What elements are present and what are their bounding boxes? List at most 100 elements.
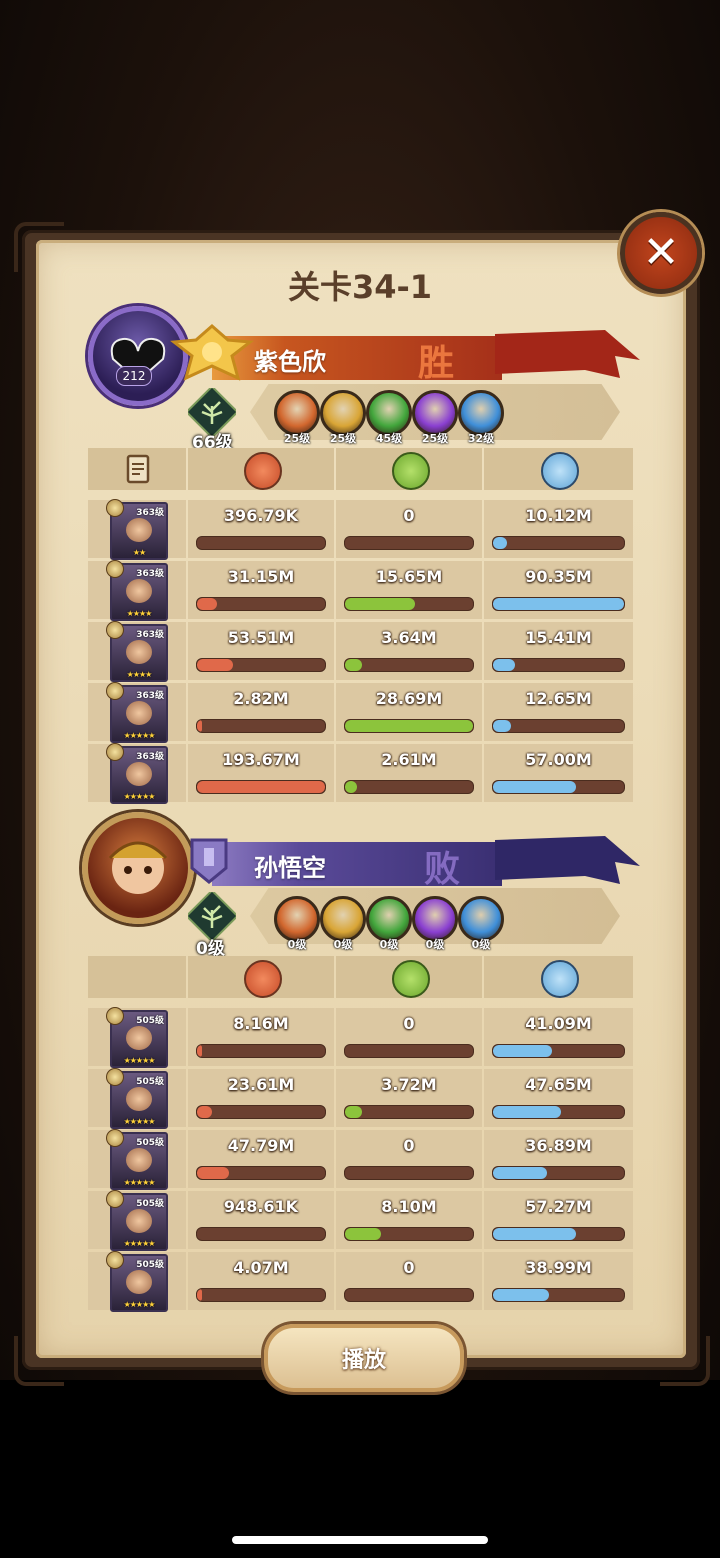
damage-value: 396.79K xyxy=(223,506,299,525)
loser-crest-icon xyxy=(190,838,228,884)
tank-bar-fill xyxy=(493,720,512,732)
hero-face xyxy=(126,1026,152,1050)
bottom-area xyxy=(0,1380,720,1558)
hero-stars: ★★ xyxy=(132,548,146,557)
tank-cell: 47.65M xyxy=(484,1069,633,1127)
heal-cell: 28.69M xyxy=(336,683,482,741)
opponent-avatar[interactable] xyxy=(82,812,194,924)
hero-level: 505级 xyxy=(136,1016,164,1026)
hero-level: 363级 xyxy=(136,508,164,518)
damage-value: 2.82M xyxy=(233,689,289,708)
document-icon xyxy=(126,454,150,484)
table-row: 505级 ★★★★★ 23.61M 3.72M 47.65M xyxy=(88,1068,633,1129)
hero-portrait[interactable]: 363级 ★★★★★ xyxy=(106,743,168,804)
rank-medal-icon xyxy=(106,1190,124,1208)
damage-cell: 53.51M xyxy=(188,622,334,680)
table-row: 505级 ★★★★★ 948.61K 8.10M 57.27M xyxy=(88,1190,633,1251)
hero-portrait[interactable]: 363级 ★★★★ xyxy=(106,621,168,682)
hero-face xyxy=(126,1148,152,1172)
play-button[interactable]: 播放 xyxy=(264,1324,464,1392)
heal-cell: 2.61M xyxy=(336,744,482,802)
table-row: 363级 ★★★★★ 2.82M 28.69M 12.65M xyxy=(88,682,633,743)
hero-portrait[interactable]: 505级 ★★★★★ xyxy=(106,1251,168,1312)
hero-stars: ★★★★★ xyxy=(123,1300,156,1309)
tank-value: 10.12M xyxy=(525,506,592,525)
hero-portrait[interactable]: 505级 ★★★★★ xyxy=(106,1007,168,1068)
heal-value: 28.69M xyxy=(375,689,443,708)
damage-value: 31.15M xyxy=(227,567,295,586)
heal-value: 15.65M xyxy=(375,567,443,586)
damage-bar xyxy=(196,780,326,794)
tank-bar xyxy=(492,1166,625,1180)
faction-level: 25级 xyxy=(283,432,311,445)
tank-value: 47.65M xyxy=(525,1075,592,1094)
damage-bar xyxy=(196,1288,326,1302)
damage-value: 948.61K xyxy=(223,1197,299,1216)
hero-stars: ★★★★★ xyxy=(123,731,156,740)
heal-bar xyxy=(344,1105,474,1119)
tank-bar-fill xyxy=(493,781,576,793)
home-indicator[interactable] xyxy=(232,1536,488,1544)
faction-level: 0级 xyxy=(425,938,445,951)
tank-bar-fill xyxy=(493,1045,552,1057)
heal-bar-fill xyxy=(345,659,362,671)
tank-bar xyxy=(492,597,625,611)
damage-bar-fill xyxy=(197,1045,203,1057)
hero-stars: ★★★★★ xyxy=(123,1178,156,1187)
hero-level: 505级 xyxy=(136,1199,164,1209)
damage-bar xyxy=(196,1044,326,1058)
faction-level: 0级 xyxy=(287,938,307,951)
tank-bar-fill xyxy=(493,537,508,549)
hero-portrait[interactable]: 505级 ★★★★★ xyxy=(106,1129,168,1190)
heal-bar-fill xyxy=(345,598,416,610)
hero-portrait[interactable]: 363级 ★★★★ xyxy=(106,560,168,621)
heal-value: 0 xyxy=(403,1014,415,1033)
page-title: 关卡34-1 xyxy=(287,268,433,306)
table-header xyxy=(88,448,633,490)
damage-cell: 8.16M xyxy=(188,1008,334,1066)
rank-medal-icon xyxy=(106,743,124,761)
heal-value: 8.10M xyxy=(381,1197,437,1216)
hero-stars: ★★★★★ xyxy=(123,1056,156,1065)
heal-cell: 0 xyxy=(336,500,482,558)
damage-bar-fill xyxy=(197,781,325,793)
tank-cell: 15.41M xyxy=(484,622,633,680)
heal-cell: 3.72M xyxy=(336,1069,482,1127)
heal-value: 3.72M xyxy=(381,1075,437,1094)
heal-bar xyxy=(344,1288,474,1302)
rank-medal-icon xyxy=(106,1129,124,1147)
heal-bar xyxy=(344,536,474,550)
faction-level: 25级 xyxy=(421,432,449,445)
heal-bar-fill xyxy=(345,781,357,793)
tank-value: 57.00M xyxy=(525,750,592,769)
damage-cell: 193.67M xyxy=(188,744,334,802)
table-row: 505级 ★★★★★ 47.79M 0 36.89M xyxy=(88,1129,633,1190)
heal-value: 0 xyxy=(403,1258,415,1277)
hero-stars: ★★★★★ xyxy=(123,1117,156,1126)
hero-portrait[interactable]: 363级 ★★ xyxy=(106,499,168,560)
heal-cell: 0 xyxy=(336,1130,482,1188)
hero-level: 363级 xyxy=(136,569,164,579)
tank-bar-fill xyxy=(493,1167,547,1179)
rank-medal-icon xyxy=(106,1251,124,1269)
tank-bar-fill xyxy=(493,659,516,671)
damage-bar xyxy=(196,719,326,733)
damage-value: 23.61M xyxy=(227,1075,295,1094)
tank-bar xyxy=(492,1227,625,1241)
damage-bar-fill xyxy=(197,598,218,610)
hero-portrait[interactable]: 363级 ★★★★★ xyxy=(106,682,168,743)
tank-value: 57.27M xyxy=(525,1197,592,1216)
hero-portrait[interactable]: 505级 ★★★★★ xyxy=(106,1068,168,1129)
tank-bar-fill xyxy=(493,1228,576,1240)
hero-portrait[interactable]: 505级 ★★★★★ xyxy=(106,1190,168,1251)
heal-bar-fill xyxy=(345,720,473,732)
heal-cell: 15.65M xyxy=(336,561,482,619)
heal-bar-fill xyxy=(345,1106,362,1118)
hero-face xyxy=(126,762,152,786)
tank-value: 15.41M xyxy=(525,628,592,647)
tank-cell: 90.35M xyxy=(484,561,633,619)
tank-value: 36.89M xyxy=(525,1136,592,1155)
tank-cell: 36.89M xyxy=(484,1130,633,1188)
hero-level: 505级 xyxy=(136,1260,164,1270)
tank-cell: 41.09M xyxy=(484,1008,633,1066)
